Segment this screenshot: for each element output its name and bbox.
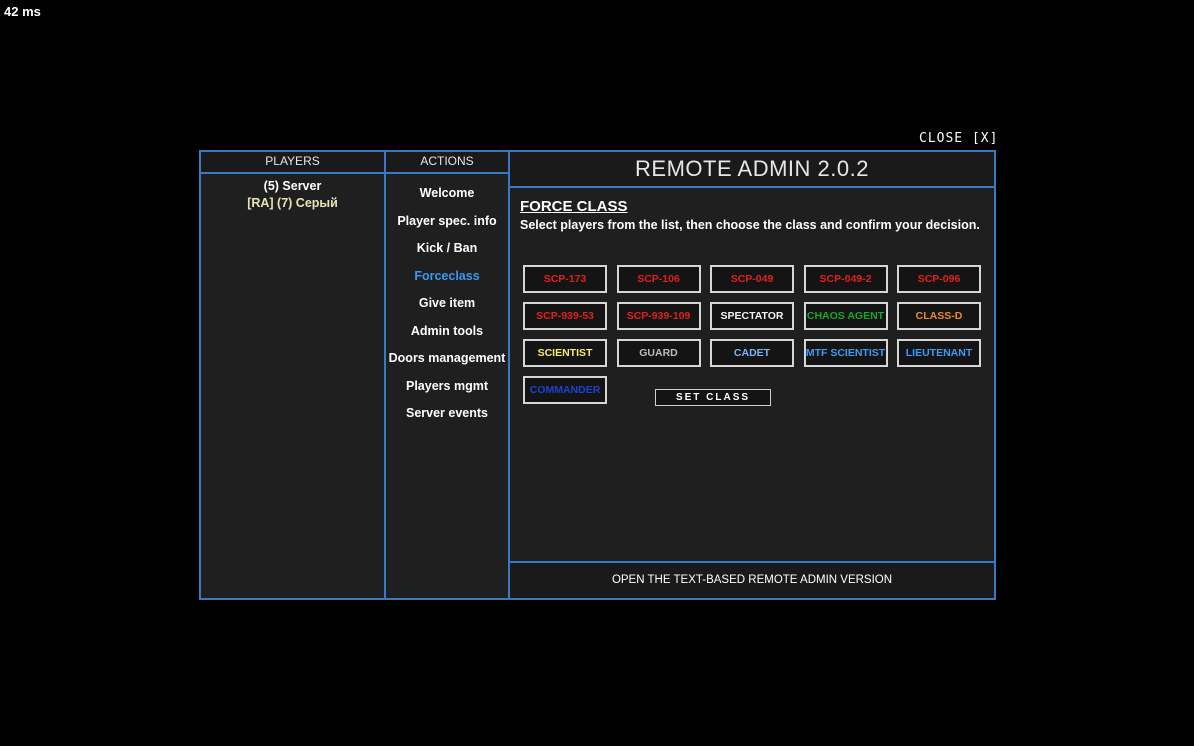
class-button-scp-939-109[interactable]: SCP-939-109 [616, 302, 701, 330]
actions-header: ACTIONS [386, 152, 508, 174]
ping-readout: 42 ms [4, 4, 41, 19]
main-panel: REMOTE ADMIN 2.0.2 FORCE CLASS Select pl… [508, 150, 996, 600]
class-button-mtf-scientist[interactable]: MTF SCIENTIST [803, 339, 888, 367]
text-admin-link[interactable]: OPEN THE TEXT-BASED REMOTE ADMIN VERSION [510, 561, 994, 598]
class-button-class-d[interactable]: CLASS-D [897, 302, 981, 330]
class-button-cadet[interactable]: CADET [710, 339, 794, 367]
players-panel: PLAYERS (5) Server [RA] (7) Серый [199, 150, 386, 600]
player-item[interactable]: [RA] (7) Серый [201, 196, 384, 210]
action-give-item[interactable]: Give item [386, 296, 508, 324]
action-welcome[interactable]: Welcome [386, 186, 508, 214]
actions-panel: ACTIONS Welcome Player spec. info Kick /… [384, 150, 510, 600]
class-button-scp-049[interactable]: SCP-049 [710, 265, 794, 293]
player-item[interactable]: (5) Server [201, 179, 384, 193]
action-forceclass[interactable]: Forceclass [386, 269, 508, 297]
class-button-scp-106[interactable]: SCP-106 [616, 265, 701, 293]
players-list: (5) Server [RA] (7) Серый [201, 179, 384, 213]
section-title: FORCE CLASS [520, 198, 628, 215]
class-button-guard[interactable]: GUARD [616, 339, 701, 367]
actions-list: Welcome Player spec. info Kick / Ban For… [386, 186, 508, 434]
class-button-spectator[interactable]: SPECTATOR [710, 302, 794, 330]
action-players-mgmt[interactable]: Players mgmt [386, 379, 508, 407]
players-header: PLAYERS [201, 152, 384, 174]
page-title: REMOTE ADMIN 2.0.2 [510, 152, 994, 188]
class-button-scientist[interactable]: SCIENTIST [523, 339, 607, 367]
class-button-scp-173[interactable]: SCP-173 [523, 265, 607, 293]
class-button-lieutenant[interactable]: LIEUTENANT [897, 339, 981, 367]
class-button-scp-049-2[interactable]: SCP-049-2 [803, 265, 888, 293]
close-button[interactable]: CLOSE [X] [919, 131, 998, 146]
action-admin-tools[interactable]: Admin tools [386, 324, 508, 352]
section-description: Select players from the list, then choos… [520, 218, 980, 232]
action-server-events[interactable]: Server events [386, 406, 508, 434]
action-doors-management[interactable]: Doors management [386, 351, 508, 379]
class-button-scp-096[interactable]: SCP-096 [897, 265, 981, 293]
class-button-scp-939-53[interactable]: SCP-939-53 [523, 302, 607, 330]
action-player-spec-info[interactable]: Player spec. info [386, 214, 508, 242]
set-class-button[interactable]: SET CLASS [655, 389, 771, 406]
class-button-chaos-agent[interactable]: CHAOS AGENT [803, 302, 888, 330]
action-kick-ban[interactable]: Kick / Ban [386, 241, 508, 269]
class-button-commander[interactable]: COMMANDER [523, 376, 607, 404]
